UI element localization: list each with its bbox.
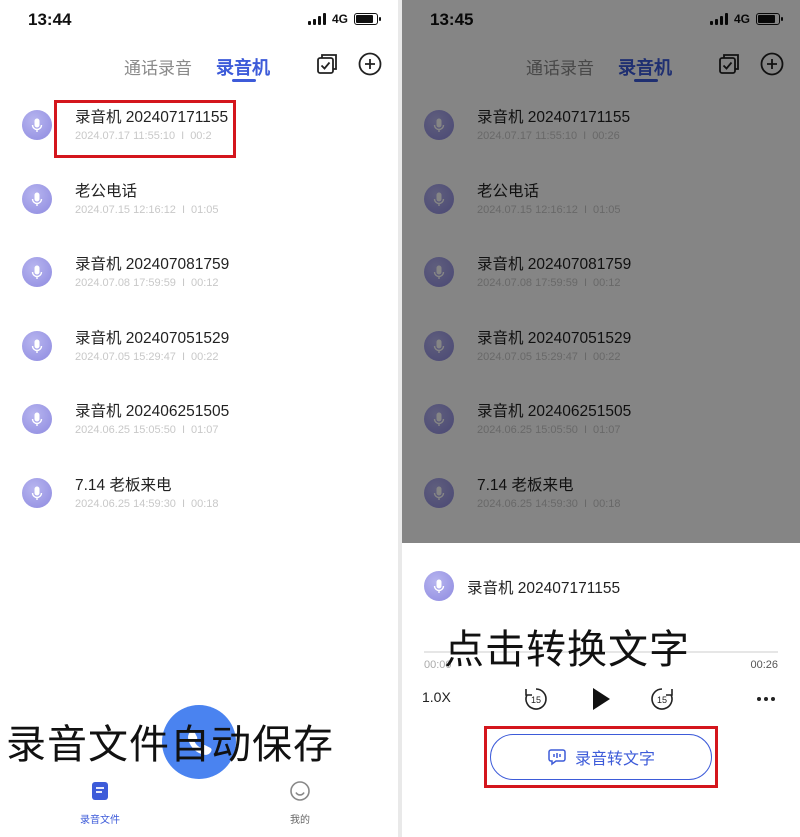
dim-overlay[interactable] [402, 0, 800, 543]
microphone-icon [22, 110, 52, 140]
tab-recorder[interactable]: 录音机 [216, 54, 270, 80]
recording-duration: 01:05 [191, 203, 219, 216]
recording-date: 2024.07.05 15:29:47 [75, 350, 176, 363]
list-item[interactable]: 录音机 202407171155 2024.07.17 11:55:10 I 00:… [0, 95, 398, 169]
rewind-seconds: 15 [531, 695, 541, 705]
right-phone-screen: 13:45 4G 通话录音 录音机 录音机 202407171155 2024.… [402, 0, 800, 837]
tab-call-recordings[interactable]: 通话录音 [124, 54, 192, 79]
network-type: 4G [331, 12, 348, 26]
recording-duration: 01:07 [191, 424, 219, 437]
list-item[interactable]: 老公电话 2024.07.15 12:16:12 I 01:05 [0, 169, 398, 243]
transcribe-button[interactable]: 录音转文字 [490, 734, 712, 780]
tab-mine[interactable]: 我的 [270, 780, 330, 826]
add-circle-icon[interactable] [357, 51, 383, 77]
speed-button[interactable]: 1.0X [422, 689, 451, 705]
signal-icon [307, 13, 326, 25]
microphone-icon [22, 183, 52, 214]
recording-title: 录音机 202406251505 [75, 403, 230, 421]
select-checkbox-icon[interactable] [314, 51, 340, 77]
recording-date: 2024.07.08 17:59:59 [75, 277, 176, 290]
status-bar: 13:44 4G [0, 0, 398, 40]
recording-meta: 2024.07.17 11:55:10 I 00:2 [75, 130, 212, 142]
recording-list: 录音机 202407171155 2024.07.17 11:55:10 I 00:… [0, 95, 398, 537]
more-icon[interactable] [752, 685, 780, 713]
recording-meta: 2024.07.15 12:16:12 I 01:05 [75, 203, 219, 216]
status-indicators: 4G [307, 12, 381, 26]
recording-date: 2024.07.17 11:55:10 [75, 130, 176, 142]
recording-meta: 2024.06.25 14:59:30 I 00:18 [75, 497, 219, 510]
recording-title: 录音机 202407081759 [75, 256, 230, 274]
player-title: 录音机 202407171155 [467, 580, 621, 597]
recording-duration: 00:22 [191, 350, 219, 363]
microphone-icon [22, 330, 52, 361]
bottom-tab-bar: 录音文件 我的 [0, 770, 398, 837]
microphone-icon [424, 571, 454, 601]
forward-15-icon[interactable]: 15 [648, 685, 676, 713]
transcribe-label: 录音转文字 [574, 751, 655, 768]
recording-duration: 00:2 [190, 130, 212, 142]
promo-caption: 点击转换文字 [444, 628, 690, 672]
recording-title: 7.14 老板来电 [75, 476, 172, 494]
list-item[interactable]: 录音机 202407051529 2024.07.05 15:29:47 I 00:… [0, 316, 398, 390]
play-icon[interactable] [586, 685, 614, 713]
forward-seconds: 15 [657, 695, 667, 705]
recording-duration: 00:12 [191, 277, 219, 290]
battery-icon [354, 13, 381, 25]
recording-meta: 2024.07.08 17:59:59 I 00:12 [75, 277, 219, 290]
list-item[interactable]: 录音机 202406251505 2024.06.25 15:05:50 I 01:… [0, 389, 398, 463]
active-tab-indicator [232, 79, 256, 82]
player-sheet: 录音机 202407171155 00:00 00:26 点击转换文字 1.0X… [402, 543, 800, 837]
microphone-icon [22, 257, 52, 288]
recording-date: 2024.06.25 15:05:50 [75, 424, 176, 437]
promo-caption: 录音文件自动保存 [6, 723, 334, 767]
recording-date: 2024.07.15 12:16:12 [75, 203, 176, 216]
tab-label: 录音文件 [80, 815, 120, 826]
top-nav: 通话录音 录音机 [0, 48, 398, 88]
microphone-icon [22, 477, 52, 508]
speech-to-text-icon [548, 749, 566, 766]
tab-recording-files[interactable]: 录音文件 [70, 780, 130, 826]
total-time: 00:26 [750, 659, 778, 671]
document-icon [92, 782, 108, 800]
microphone-icon [22, 404, 52, 435]
recording-title: 老公电话 [75, 182, 138, 200]
list-item[interactable]: 录音机 202407081759 2024.07.08 17:59:59 I 00:… [0, 242, 398, 316]
recording-meta: 2024.07.05 15:29:47 I 00:22 [75, 350, 219, 363]
recording-title: 录音机 202407051529 [75, 329, 230, 347]
recording-date: 2024.06.25 14:59:30 [75, 497, 176, 510]
status-time: 13:44 [28, 10, 72, 29]
tab-label: 我的 [290, 815, 310, 826]
recording-duration: 00:18 [191, 497, 219, 510]
rewind-15-icon[interactable]: 15 [522, 685, 550, 713]
smile-icon [290, 781, 310, 801]
list-item[interactable]: 7.14 老板来电 2024.06.25 14:59:30 I 00:18 [0, 463, 398, 537]
recording-meta: 2024.06.25 15:05:50 I 01:07 [75, 424, 219, 437]
recording-title: 录音机 202407171155 [75, 109, 229, 126]
player-controls: 1.0X 15 15 [402, 683, 800, 715]
left-phone-screen: 13:44 4G 通话录音 录音机 录音机 202407171155 2024.… [0, 0, 398, 837]
